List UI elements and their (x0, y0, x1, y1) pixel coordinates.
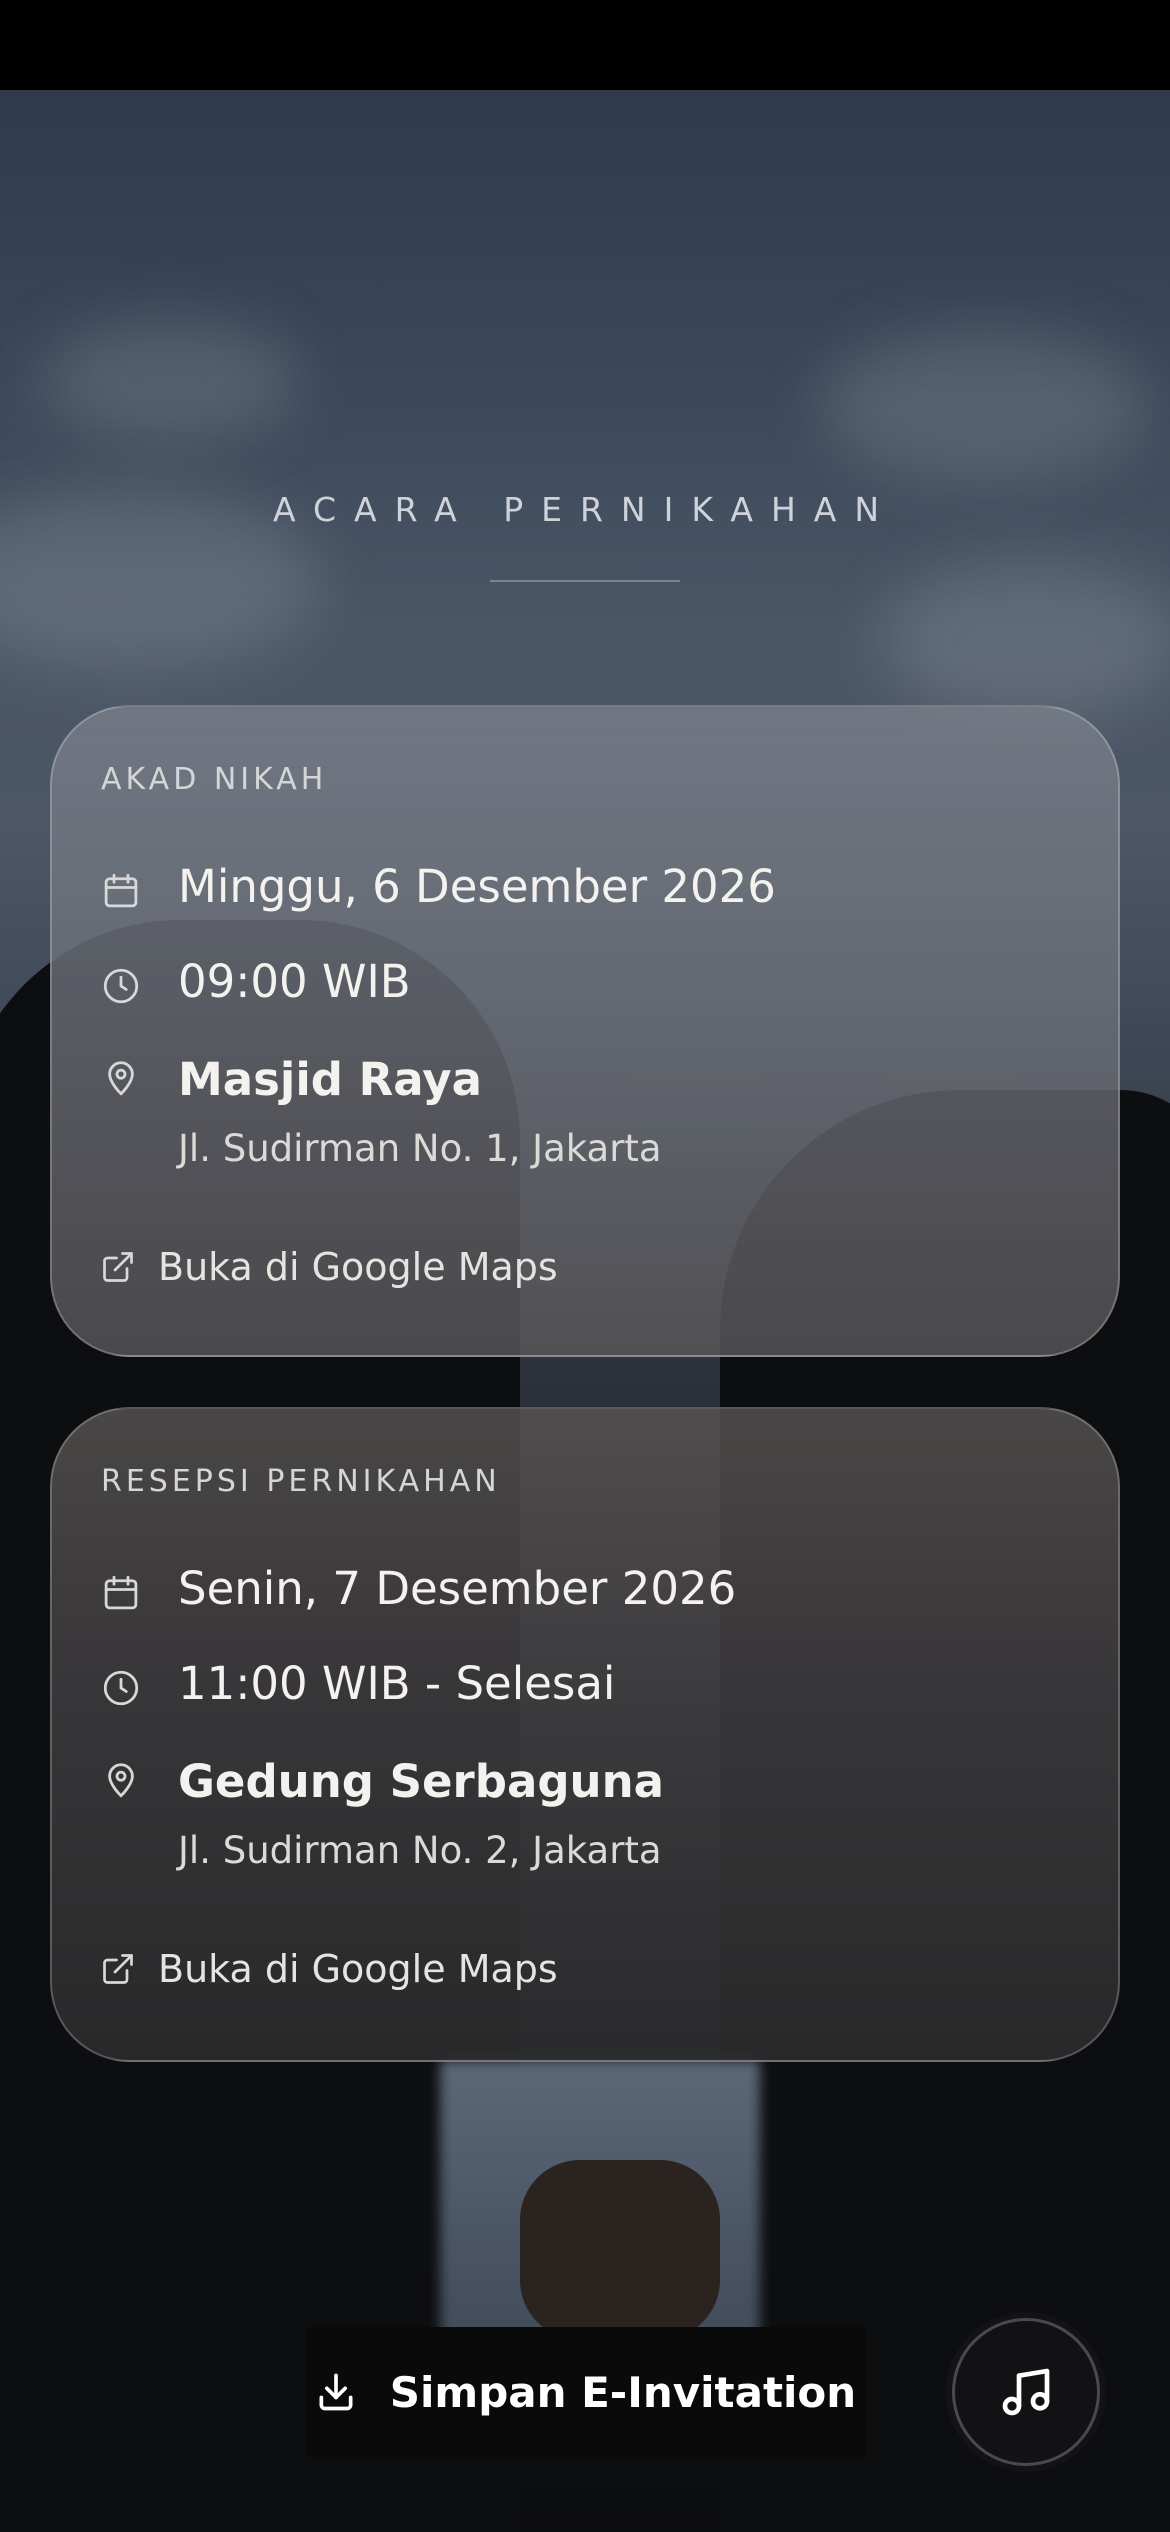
venue-name: Masjid Raya (178, 1053, 482, 1106)
event-date: Minggu, 6 Desember 2026 (178, 860, 776, 913)
clock-icon (103, 1670, 139, 1706)
save-invitation-button[interactable]: Simpan E-Invitation (305, 2327, 865, 2457)
clock-icon (103, 968, 139, 1004)
event-card-resepsi: RESEPSI PERNIKAHAN Senin, 7 Desember 202… (50, 1407, 1120, 2062)
map-pin-icon (108, 1061, 134, 1096)
title-divider (490, 580, 680, 582)
external-link-icon (103, 1954, 133, 1984)
calendar-icon (104, 1575, 138, 1610)
venue-name: Gedung Serbaguna (178, 1755, 664, 1808)
section-title: ACARA PERNIKAHAN (272, 490, 898, 529)
event-card-akad: AKAD NIKAH Minggu, 6 Desember 2026 09:00… (50, 705, 1120, 1357)
map-pin-icon (108, 1763, 134, 1798)
event-label: RESEPSI PERNIKAHAN (101, 1464, 501, 1499)
venue-address: Jl. Sudirman No. 2, Jakarta (178, 1829, 662, 1872)
download-icon (319, 2373, 353, 2411)
event-time: 11:00 WIB - Selesai (178, 1657, 616, 1710)
open-maps-link[interactable]: Buka di Google Maps (100, 1242, 558, 1292)
external-link-icon (103, 1252, 133, 1282)
music-toggle-button[interactable] (952, 2318, 1100, 2466)
open-maps-label: Buka di Google Maps (158, 1245, 558, 1289)
event-time: 09:00 WIB (178, 955, 411, 1008)
status-bar (0, 0, 1170, 90)
event-label: AKAD NIKAH (101, 762, 328, 797)
event-date: Senin, 7 Desember 2026 (178, 1562, 737, 1615)
calendar-icon (104, 873, 138, 908)
venue-address: Jl. Sudirman No. 1, Jakarta (178, 1127, 662, 1170)
save-invitation-label: Simpan E-Invitation (389, 2367, 857, 2417)
music-note-icon (1002, 2368, 1050, 2416)
open-maps-link[interactable]: Buka di Google Maps (100, 1944, 558, 1994)
open-maps-label: Buka di Google Maps (158, 1947, 558, 1991)
